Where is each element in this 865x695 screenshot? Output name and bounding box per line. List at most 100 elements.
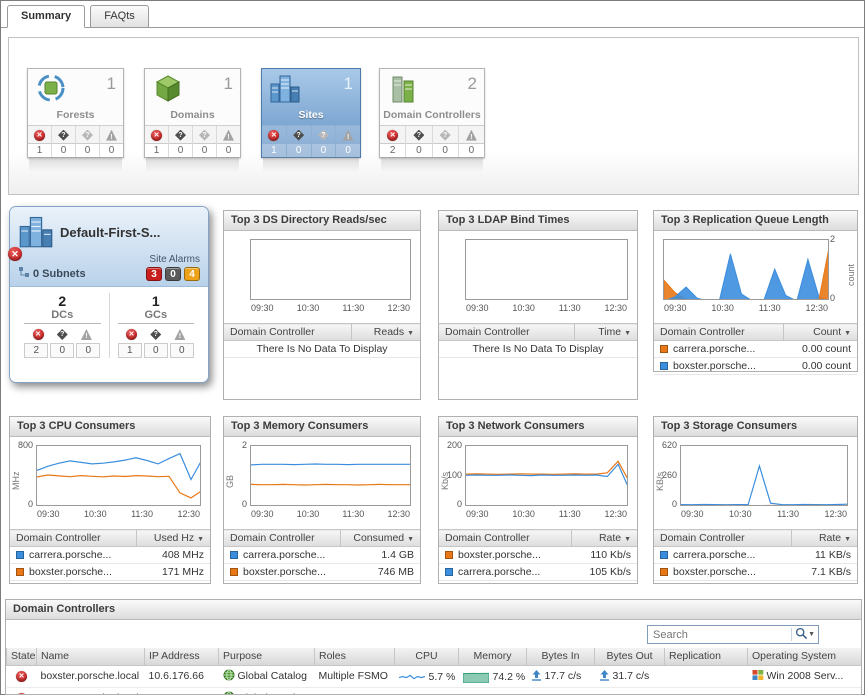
dcs-label: DCs bbox=[24, 309, 101, 324]
tile-forests[interactable]: 1 Forests ✕1 ?0 ?0 !0 bbox=[27, 68, 124, 158]
legend-row[interactable]: boxster.porsche... 0.00 count bbox=[654, 358, 857, 375]
critical-status-icon: ? bbox=[413, 130, 424, 141]
col-roles[interactable]: Roles bbox=[315, 648, 395, 665]
col-state[interactable]: State bbox=[7, 648, 37, 665]
bytes-in-arrow-icon bbox=[531, 669, 542, 684]
metric-label: Reads bbox=[374, 326, 404, 338]
site-card-default-first-site[interactable]: ✕ Default-First-S... 0 Subnets Site Alar… bbox=[9, 206, 209, 383]
search-box: ▼ bbox=[647, 625, 819, 644]
legend-col-metric[interactable]: Consumed ▼ bbox=[341, 530, 420, 547]
metric-value: 0.00 count bbox=[784, 341, 857, 358]
y-axis-unit: count bbox=[846, 255, 856, 295]
col-memory[interactable]: Memory bbox=[459, 648, 527, 665]
search-icon[interactable] bbox=[795, 627, 808, 643]
legend-row[interactable]: boxster.porsche... 171 MHz bbox=[10, 564, 210, 581]
tile-count: 1 bbox=[344, 74, 353, 94]
tile-top: 1 bbox=[28, 69, 123, 109]
legend-col-metric[interactable]: Time ▼ bbox=[574, 324, 637, 341]
col-bytes-in[interactable]: Bytes In bbox=[527, 648, 595, 665]
legend-col-domain-controller[interactable]: Domain Controller bbox=[654, 324, 784, 341]
tile-top: 1 bbox=[145, 69, 240, 109]
legend-table: Domain Controller Time ▼ There Is No Dat… bbox=[439, 323, 637, 358]
tile-top: 1 bbox=[262, 69, 360, 109]
legend-col-metric[interactable]: Used Hz ▼ bbox=[137, 530, 210, 547]
domains-icon bbox=[152, 72, 184, 107]
col-replication[interactable]: Replication bbox=[665, 648, 748, 665]
tile-domain-controllers[interactable]: 2 Domain Controllers ✕2 ?0 ?0 !0 bbox=[379, 68, 485, 158]
warning-alarm-badge[interactable]: 4 bbox=[184, 267, 200, 281]
legend-col-domain-controller[interactable]: Domain Controller bbox=[654, 530, 791, 547]
col-cpu[interactable]: CPU bbox=[395, 648, 459, 665]
col-ip-address[interactable]: IP Address bbox=[145, 648, 219, 665]
dc-name: boxster.porsche... bbox=[243, 566, 326, 578]
tile-status-bar: ✕1 ?0 ?0 !0 bbox=[28, 125, 123, 157]
legend-col-domain-controller[interactable]: Domain Controller bbox=[224, 530, 341, 547]
memory-value bbox=[459, 687, 527, 695]
legend-col-metric[interactable]: Reads ▼ bbox=[351, 324, 420, 341]
no-data-message: There Is No Data To Display bbox=[439, 341, 637, 358]
col-purpose[interactable]: Purpose bbox=[219, 648, 315, 665]
legend-row[interactable]: carrera.porsche... 1.4 GB bbox=[224, 547, 420, 564]
legend-col-metric[interactable]: Rate ▼ bbox=[571, 530, 637, 547]
legend-col-domain-controller[interactable]: Domain Controller bbox=[439, 324, 574, 341]
legend-row[interactable]: carrera.porsche... 0.00 count bbox=[654, 341, 857, 358]
site-card-body: 2 DCs ✕ ? ! 2 0 0 1 GCs ✕ ? ! 1 0 bbox=[10, 287, 208, 364]
dc-name: boxster.porsche... bbox=[673, 566, 756, 578]
col-name[interactable]: Name bbox=[37, 648, 145, 665]
legend-col-domain-controller[interactable]: Domain Controller bbox=[10, 530, 137, 547]
legend-row[interactable]: carrera.porsche... 408 MHz bbox=[10, 547, 210, 564]
legend-row[interactable]: boxster.porsche... 110 Kb/s bbox=[439, 547, 637, 564]
y-axis-unit: Kb/s bbox=[440, 461, 450, 501]
status-count: 0 bbox=[312, 143, 336, 157]
metric-value: 11 KB/s bbox=[791, 547, 857, 564]
legend-col-domain-controller[interactable]: Domain Controller bbox=[439, 530, 571, 547]
fatal-alarm-badge[interactable]: 3 bbox=[146, 267, 162, 281]
legend-table: Domain Controller Rate ▼ boxster.porsche… bbox=[439, 529, 637, 581]
bytes-out-arrow-icon bbox=[599, 669, 610, 684]
col-operating-system[interactable]: Operating System bbox=[748, 648, 863, 665]
site-alarms-label: Site Alarms bbox=[146, 254, 200, 265]
x-tick: 10:30 bbox=[729, 509, 752, 519]
status-count: 0 bbox=[336, 143, 360, 157]
dc-name: carrera.porsche... bbox=[29, 549, 111, 561]
panel-title: Top 3 Memory Consumers bbox=[224, 417, 420, 437]
sort-caret-icon: ▼ bbox=[624, 536, 631, 543]
tab-summary[interactable]: Summary bbox=[7, 5, 85, 28]
panel-title: Top 3 Replication Queue Length bbox=[654, 211, 857, 231]
panel-ds-directory-reads: Top 3 DS Directory Reads/sec 09:30 10:30… bbox=[223, 210, 421, 400]
metric-label: Rate bbox=[819, 532, 841, 544]
tile-domains[interactable]: 1 Domains ✕1 ?0 ?0 !0 bbox=[144, 68, 241, 158]
warning-status-icon: ! bbox=[343, 130, 354, 141]
metric-value: 171 MHz bbox=[137, 564, 210, 581]
legend-row[interactable]: boxster.porsche... 7.1 KB/s bbox=[654, 564, 857, 581]
legend-row[interactable]: carrera.porsche... 105 Kb/s bbox=[439, 564, 637, 581]
legend-row[interactable]: carrera.porsche... 11 KB/s bbox=[654, 547, 857, 564]
col-bytes-out[interactable]: Bytes Out bbox=[595, 648, 665, 665]
y-axis-tick: 620 bbox=[654, 440, 677, 450]
search-input[interactable] bbox=[653, 629, 788, 641]
unknown-status-icon: ? bbox=[199, 130, 210, 141]
tab-faqts[interactable]: FAQts bbox=[90, 5, 149, 27]
x-axis-ticks: 09:30 10:30 11:30 12:30 bbox=[250, 303, 411, 313]
critical-status-icon: ? bbox=[57, 329, 68, 340]
legend-col-metric[interactable]: Count ▼ bbox=[784, 324, 857, 341]
legend-row[interactable]: boxster.porsche... 746 MB bbox=[224, 564, 420, 581]
x-tick: 11:30 bbox=[559, 509, 581, 519]
dc-table-row[interactable]: ✕ boxster.porsche.local 10.6.176.66 Glob… bbox=[7, 665, 863, 687]
tile-sites[interactable]: 1 Sites ✕1 ?0 ?0 !0 bbox=[261, 68, 361, 158]
legend-col-domain-controller[interactable]: Domain Controller bbox=[224, 324, 351, 341]
search-options-caret-icon[interactable]: ▼ bbox=[808, 631, 815, 638]
fatal-status-icon: ✕ bbox=[33, 329, 44, 340]
metric-value: 0.00 count bbox=[784, 358, 857, 375]
critical-alarm-badge[interactable]: 0 bbox=[165, 267, 181, 281]
legend-col-metric[interactable]: Rate ▼ bbox=[791, 530, 857, 547]
x-tick: 11:30 bbox=[759, 303, 781, 313]
status-count: 1 bbox=[118, 343, 142, 358]
cpu-sparkline bbox=[399, 670, 425, 683]
site-alarms: Site Alarms 3 0 4 bbox=[146, 254, 200, 281]
panel-network-consumers: Top 3 Network Consumers 200 100 0 Kb/s 0… bbox=[438, 416, 638, 584]
panel-title: Top 3 Network Consumers bbox=[439, 417, 637, 437]
dc-table-row[interactable]: ✕ carrera.porsche.local 10.6.176.67 Glob… bbox=[7, 687, 863, 695]
series-color-swatch bbox=[445, 568, 453, 576]
warning-status-icon: ! bbox=[174, 329, 185, 340]
